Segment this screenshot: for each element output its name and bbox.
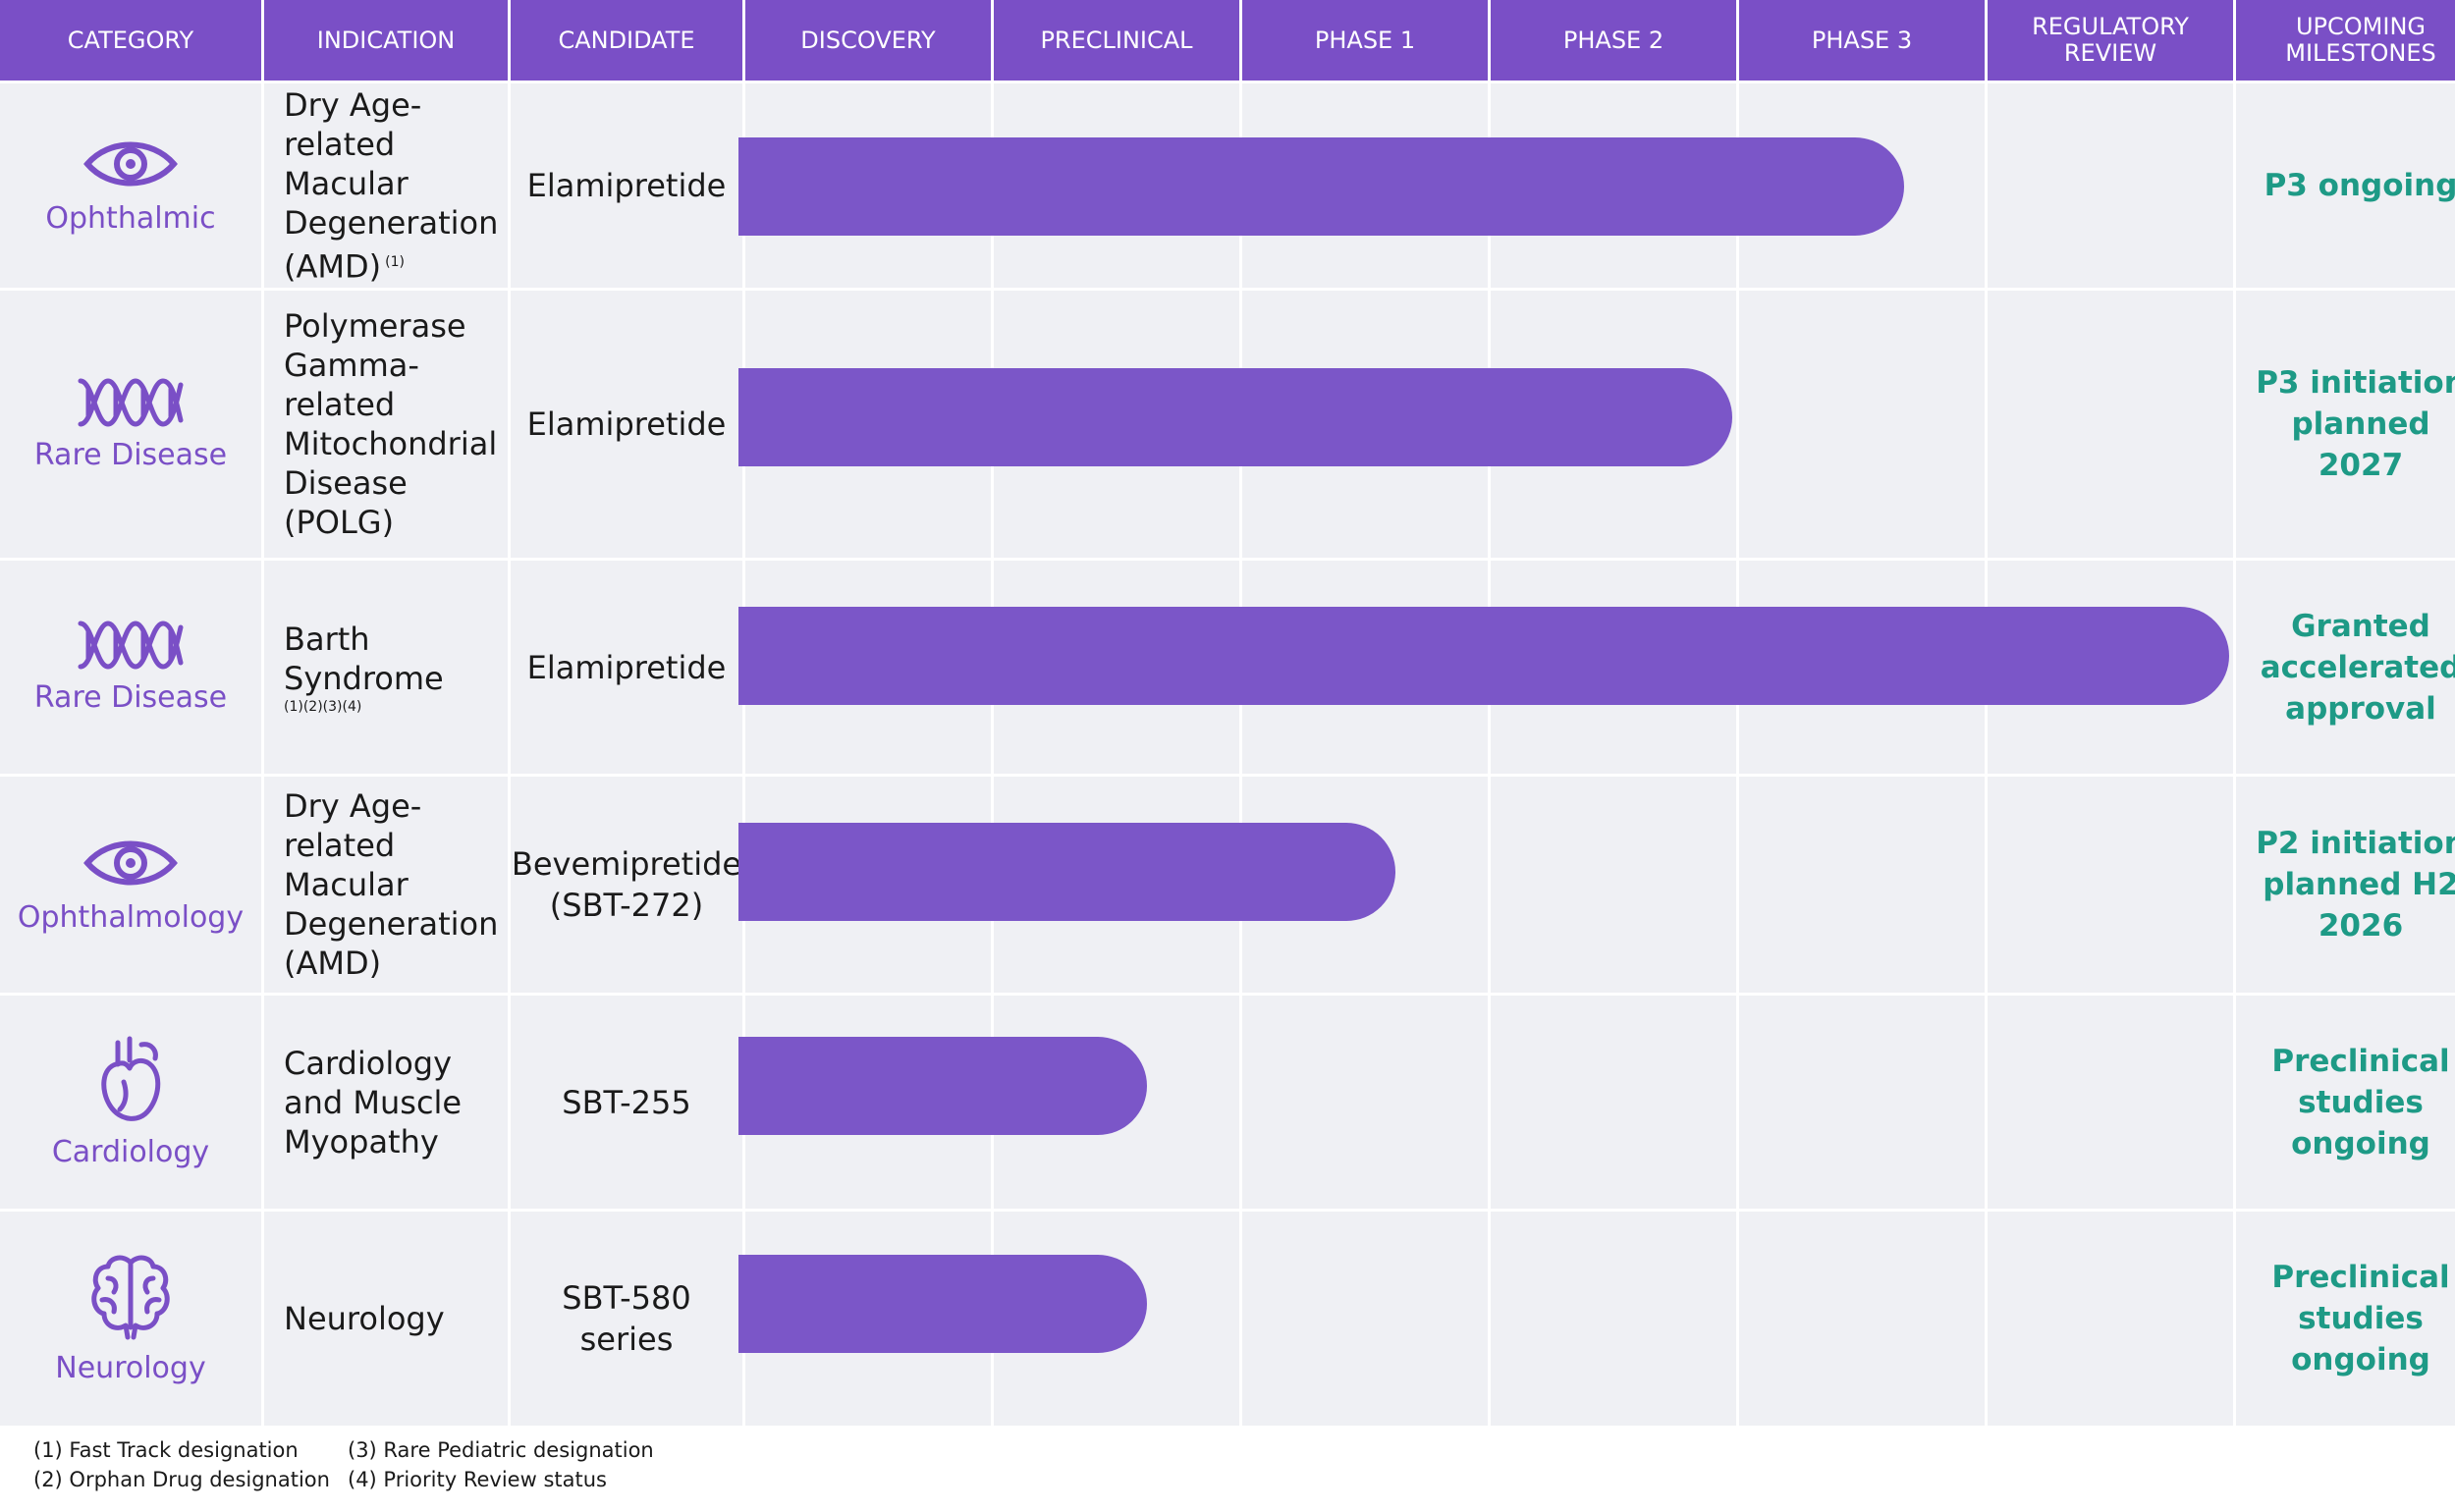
indication-footnote-ref: (1)(2)(3)(4) xyxy=(284,698,362,715)
category-cell: Ophthalmology xyxy=(0,777,261,993)
indication-footnote-ref: (1) xyxy=(385,253,405,270)
progress-bar xyxy=(738,137,1904,236)
footnote: (3) Rare Pediatric designation xyxy=(348,1438,654,1462)
footnote: (1) Fast Track designation xyxy=(33,1438,299,1462)
progress-bar xyxy=(738,607,2229,705)
candidate-cell: Bevemipretide (SBT-272) xyxy=(511,777,742,993)
header-upcoming-milestones: UPCOMING MILESTONES xyxy=(2236,0,2455,81)
category-cell: Neurology xyxy=(0,1212,261,1426)
stage-cell xyxy=(1988,83,2233,288)
category-label: Ophthalmic xyxy=(45,200,216,236)
candidate-cell: SBT-580 series xyxy=(511,1212,742,1426)
stage-cell xyxy=(1491,777,1736,993)
milestone-cell: P3 initiation planned 2027 xyxy=(2236,291,2455,558)
milestone-cell: Granted accelerated approval xyxy=(2236,561,2455,774)
category-cell: Rare Disease xyxy=(0,561,261,774)
indication-cell: Dry Age-related Macular Degeneration (AM… xyxy=(264,83,508,288)
header-phase-3: PHASE 3 xyxy=(1739,0,1985,81)
indication-cell: Neurology xyxy=(264,1212,508,1426)
stage-cell xyxy=(1739,777,1985,993)
stage-cell xyxy=(1988,996,2233,1209)
category-cell: Ophthalmic xyxy=(0,83,261,288)
milestone-cell: P3 ongoing xyxy=(2236,83,2455,288)
stage-cell xyxy=(1242,1212,1488,1426)
stage-cell xyxy=(1491,1212,1736,1426)
candidate-cell: Elamipretide xyxy=(511,561,742,774)
header-regulatory-review: REGULATORY REVIEW xyxy=(1988,0,2233,81)
header-phase-2: PHASE 2 xyxy=(1491,0,1736,81)
footnote: (2) Orphan Drug designation xyxy=(33,1468,330,1491)
milestone-cell: P2 initiation planned H2 2026 xyxy=(2236,777,2455,993)
stage-cell xyxy=(1739,1212,1985,1426)
progress-bar xyxy=(738,1037,1147,1135)
indication-cell: Cardiology and Muscle Myopathy xyxy=(264,996,508,1209)
eye-icon xyxy=(83,141,178,186)
category-cell: Cardiology xyxy=(0,996,261,1209)
milestone-cell: Preclinical studies ongoing xyxy=(2236,996,2455,1209)
stage-cell xyxy=(1242,996,1488,1209)
category-label: Rare Disease xyxy=(33,680,228,715)
brain-icon xyxy=(91,1255,170,1339)
candidate-cell: Elamipretide xyxy=(511,291,742,558)
progress-bar xyxy=(738,823,1395,921)
eye-icon xyxy=(83,840,178,885)
dna-icon xyxy=(78,621,184,670)
category-label: Neurology xyxy=(55,1350,206,1385)
header-category: CATEGORY xyxy=(0,0,261,81)
candidate-cell: SBT-255 xyxy=(511,996,742,1209)
stage-cell xyxy=(1988,291,2233,558)
indication-cell: Dry Age-related Macular Degeneration (AM… xyxy=(264,777,508,993)
dna-icon xyxy=(78,377,184,427)
progress-bar xyxy=(738,368,1732,466)
category-label: Ophthalmology xyxy=(17,899,245,935)
stage-cell xyxy=(1491,996,1736,1209)
category-label: Rare Disease xyxy=(33,437,228,472)
progress-bar xyxy=(738,1255,1147,1353)
header-preclinical: PRECLINICAL xyxy=(994,0,1239,81)
category-label: Cardiology xyxy=(51,1135,210,1169)
stage-cell xyxy=(1739,996,1985,1209)
header-discovery: DISCOVERY xyxy=(745,0,991,81)
indication-text: Barth Syndrome xyxy=(284,620,444,697)
stage-cell xyxy=(1739,291,1985,558)
footnote: (4) Priority Review status xyxy=(348,1468,607,1491)
indication-cell: Polymerase Gamma-related Mitochondrial D… xyxy=(264,291,508,558)
indication-cell: Barth Syndrome (1)(2)(3)(4) xyxy=(264,561,508,774)
heart-icon xyxy=(101,1036,161,1121)
header-indication: INDICATION xyxy=(264,0,508,81)
category-cell: Rare Disease xyxy=(0,291,261,558)
milestone-cell: Preclinical studies ongoing xyxy=(2236,1212,2455,1426)
header-candidate: CANDIDATE xyxy=(511,0,742,81)
stage-cell xyxy=(1988,1212,2233,1426)
header-phase-1: PHASE 1 xyxy=(1242,0,1488,81)
stage-cell xyxy=(1988,777,2233,993)
candidate-cell: Elamipretide xyxy=(511,83,742,288)
